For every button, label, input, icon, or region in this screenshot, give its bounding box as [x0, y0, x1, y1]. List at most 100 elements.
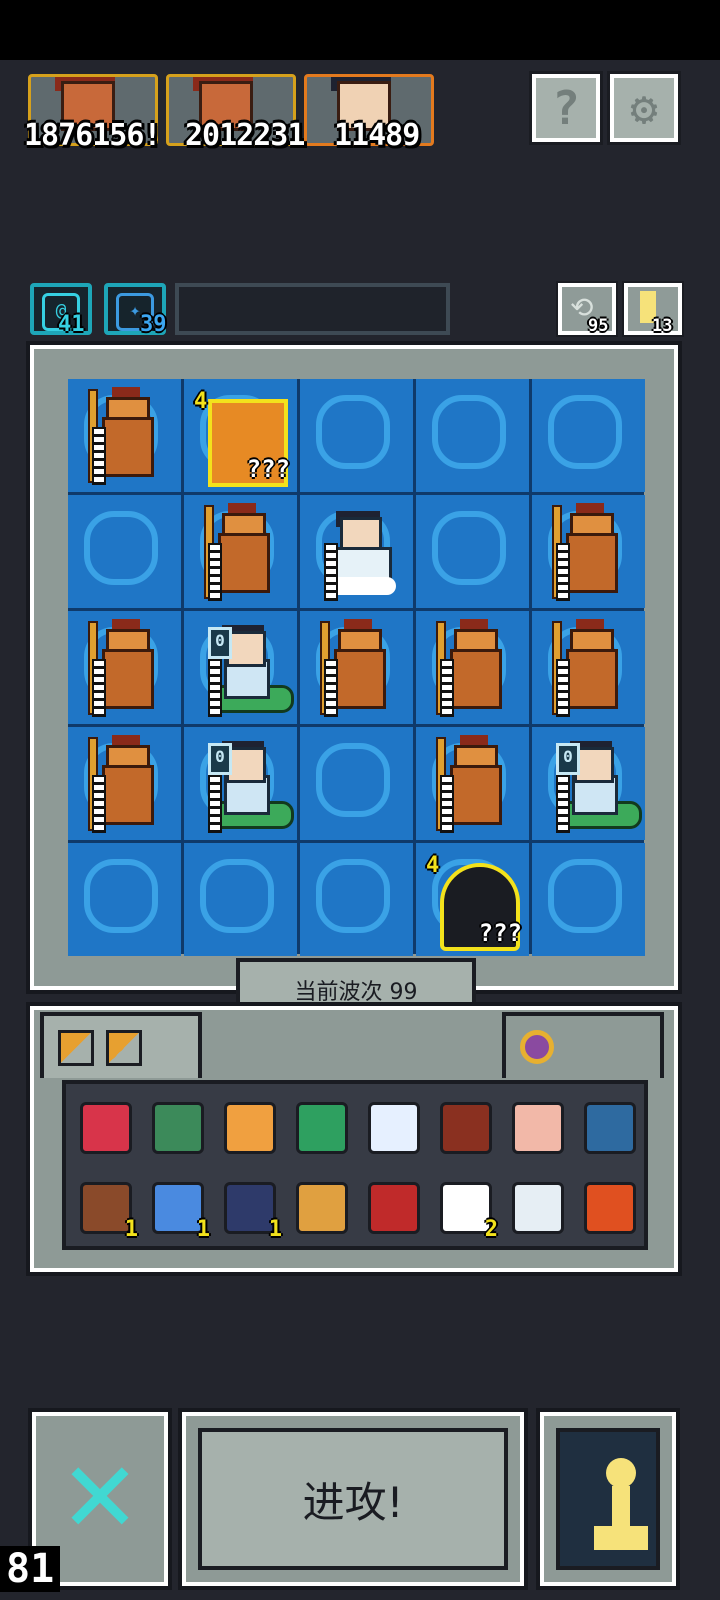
progress-bar [175, 283, 450, 335]
unit-level: 4 [426, 853, 440, 878]
grid-cell[interactable] [416, 727, 529, 840]
monkey-king-unit[interactable] [430, 735, 516, 833]
snake-lady-unit[interactable]: 0 [198, 735, 294, 833]
help-button[interactable]: ? [529, 71, 603, 145]
grid-cell[interactable]: 0 [184, 611, 297, 724]
abacus-icon [440, 1102, 492, 1154]
refresh-count: 95 [588, 316, 609, 336]
grid-cell[interactable] [300, 611, 413, 724]
monkey-king-unit[interactable] [82, 735, 168, 833]
unit-level: 4 [194, 389, 208, 414]
cloud-lady-unit[interactable] [314, 503, 400, 601]
gear-icon: ⚙ [630, 81, 658, 135]
hp-bar [556, 659, 570, 717]
grid-cell[interactable] [532, 843, 645, 956]
inventory-item-red-pouch[interactable] [362, 1176, 420, 1234]
grid-cell[interactable] [416, 379, 529, 492]
inventory-item-spyglass[interactable]: 1 [74, 1176, 138, 1242]
tab-rings[interactable] [502, 1012, 664, 1078]
mystery-box-unit[interactable]: 4??? [188, 387, 292, 487]
grid-cell[interactable] [532, 379, 645, 492]
inventory-item-ship[interactable] [290, 1176, 348, 1234]
monkey-king-unit[interactable] [198, 503, 284, 601]
turtle-shell-icon [152, 1102, 204, 1154]
inventory-item-goggles[interactable] [74, 1096, 132, 1154]
wave-label: 当前波次 99 [294, 980, 418, 1005]
hp-bar [92, 659, 106, 717]
tile-pattern [548, 859, 622, 933]
settings-button[interactable]: ⚙ [607, 71, 681, 145]
unit-level: 0 [556, 743, 580, 775]
monkey-king-unit[interactable] [546, 503, 632, 601]
frame-counter: 81 [0, 1546, 61, 1592]
grid-cell[interactable] [68, 611, 181, 724]
grid-cell[interactable] [416, 611, 529, 724]
snake-lady-unit[interactable]: 0 [546, 735, 642, 833]
finger-icon [512, 1102, 564, 1154]
grid-cell[interactable] [68, 843, 181, 956]
pawn-button[interactable] [536, 1408, 680, 1590]
inventory-grid: 1 1 1 2 [62, 1080, 648, 1250]
attack-label: 进攻! [302, 1477, 404, 1527]
monkey-king-unit[interactable] [430, 619, 516, 717]
grid-cell[interactable] [68, 727, 181, 840]
tile-pattern [316, 395, 390, 469]
inventory-item-abacus[interactable] [434, 1096, 492, 1154]
inventory-item-blue-gem[interactable]: 1 [146, 1176, 210, 1242]
hp-bar [208, 659, 222, 717]
grid-cell[interactable] [68, 495, 181, 608]
monkey-king-unit[interactable] [82, 619, 168, 717]
monkey-king-unit[interactable] [314, 619, 400, 717]
inventory-item-leaf-ring[interactable] [290, 1096, 348, 1154]
mystery-portal-unit[interactable]: 4??? [420, 851, 524, 951]
grid-cell[interactable]: 0 [184, 727, 297, 840]
hp-bar [92, 427, 106, 485]
grid-cell[interactable] [184, 843, 297, 956]
item-count: 1 [196, 1217, 210, 1242]
inventory-item-crystal-gear[interactable] [362, 1096, 420, 1154]
tile-pattern [316, 859, 390, 933]
attack-button[interactable]: 进攻! [178, 1408, 528, 1590]
hp-bar [440, 659, 454, 717]
unit-level: 0 [208, 743, 232, 775]
snake-lady-unit[interactable]: 0 [198, 619, 294, 717]
grid-cell[interactable] [300, 727, 413, 840]
tab-items[interactable] [40, 1012, 202, 1078]
portrait-icon [584, 1102, 636, 1154]
grid-cell[interactable] [416, 495, 529, 608]
hp-bar [556, 543, 570, 601]
leaf-ring-icon [296, 1102, 348, 1154]
inventory-item-portrait[interactable] [578, 1096, 636, 1154]
grid-cell[interactable] [532, 495, 645, 608]
inventory-item-pagoda[interactable]: 1 [218, 1176, 282, 1242]
key-count: 13 [652, 316, 673, 336]
hp-bar [208, 775, 222, 833]
hp-bar [440, 775, 454, 833]
grid-cell[interactable]: 4??? [184, 379, 297, 492]
monkey-king-unit[interactable] [546, 619, 632, 717]
fire-icon [584, 1182, 636, 1234]
grid-cell[interactable]: 0 [532, 727, 645, 840]
grid-cell[interactable] [68, 379, 181, 492]
inventory-item-turtle-shell[interactable] [146, 1096, 204, 1154]
feather-icon [512, 1182, 564, 1234]
inventory-item-fire[interactable] [578, 1176, 636, 1234]
inventory-item-finger[interactable] [506, 1096, 564, 1154]
tile-pattern [432, 395, 506, 469]
hp-bar [92, 775, 106, 833]
grid-cell[interactable]: 4??? [416, 843, 529, 956]
grid-cell[interactable] [184, 495, 297, 608]
status-bar [0, 0, 720, 60]
inventory-item-cloud[interactable]: 2 [434, 1176, 498, 1242]
grid-cell[interactable] [300, 379, 413, 492]
unknown-label: ??? [478, 919, 522, 947]
grid-cell[interactable] [532, 611, 645, 724]
hp-bar [208, 543, 222, 601]
grid-cell[interactable] [300, 495, 413, 608]
grid-cell[interactable] [300, 843, 413, 956]
gem-count: 41 [58, 312, 85, 337]
inventory-item-feather[interactable] [506, 1176, 564, 1234]
monkey-king-unit[interactable] [82, 387, 168, 485]
hero-damage-2: 2012231 [185, 118, 305, 153]
inventory-item-scroll[interactable] [218, 1096, 276, 1154]
